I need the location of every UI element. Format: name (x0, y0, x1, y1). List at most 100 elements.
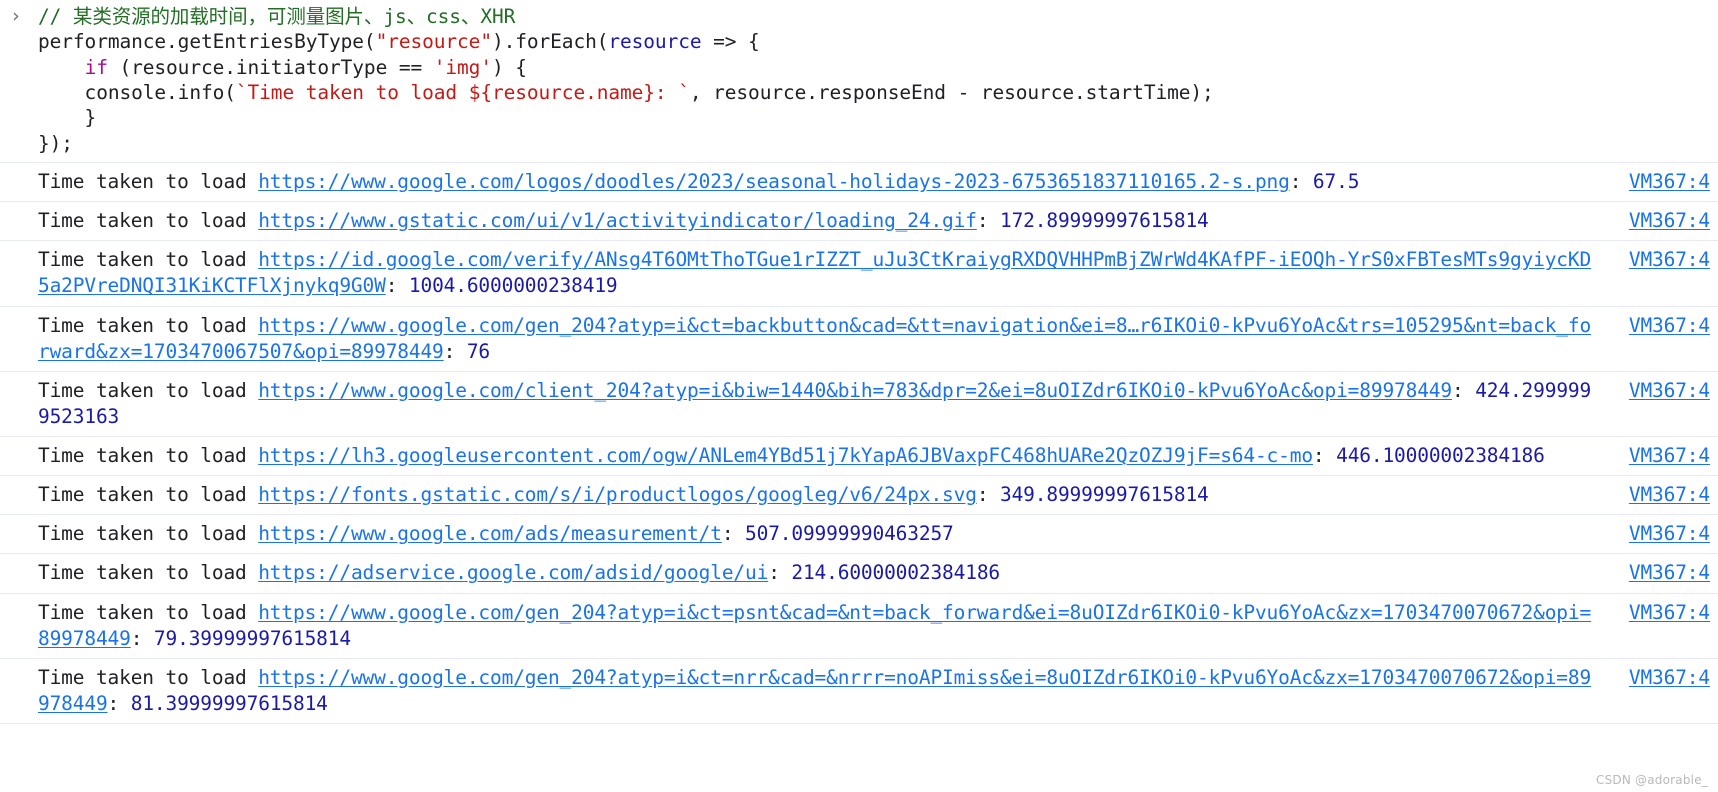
log-separator: : (443, 339, 467, 363)
log-duration-value: 214.60000002384186 (791, 561, 1000, 585)
log-message-prefix: Time taken to load (38, 444, 259, 468)
code-token-comment: // 某类资源的加载时间，可测量图片、js、css、XHR (38, 5, 516, 28)
code-line-4: console.info(`Time taken to load ${resou… (38, 80, 1718, 105)
console-log-row: Time taken to load https://www.google.co… (0, 162, 1718, 201)
console-log-row: Time taken to load https://www.google.co… (0, 370, 1718, 436)
code-line-5: } (38, 105, 1718, 130)
code-token-plain: console.info( (38, 81, 236, 105)
log-message-prefix: Time taken to load (38, 665, 259, 689)
log-duration-value: 67.5 (1312, 170, 1360, 194)
log-message: Time taken to load https://www.gstatic.c… (38, 208, 1718, 234)
log-source-link[interactable]: VM367:4 (1629, 665, 1710, 691)
log-message-prefix: Time taken to load (38, 561, 259, 585)
log-message: Time taken to load https://lh3.googleuse… (38, 443, 1718, 469)
code-line-6: }); (38, 131, 1718, 156)
log-separator: : (1312, 444, 1337, 468)
log-message-prefix: Time taken to load (38, 170, 259, 194)
log-separator: : (976, 209, 1000, 233)
code-token-string: `Time taken to load ${resource.name}: ` (235, 81, 690, 105)
console-log-row: Time taken to load https://www.google.co… (0, 305, 1718, 371)
log-message: Time taken to load https://id.google.com… (38, 247, 1718, 299)
log-source-link[interactable]: VM367:4 (1629, 378, 1710, 404)
log-source-link[interactable]: VM367:4 (1629, 247, 1710, 273)
console-log-row: Time taken to load https://www.gstatic.c… (0, 201, 1718, 240)
log-message: Time taken to load https://www.google.co… (38, 521, 1718, 547)
log-source-link[interactable]: VM367:4 (1629, 313, 1710, 339)
code-line-3: if (resource.initiatorType == 'img') { (38, 55, 1718, 80)
console-log-row: Time taken to load https://lh3.googleuse… (0, 436, 1718, 475)
log-separator: : (107, 691, 131, 715)
log-message: Time taken to load https://www.google.co… (38, 665, 1718, 717)
code-token-kw: if (84, 55, 108, 79)
log-message-prefix: Time taken to load (38, 600, 259, 624)
log-source-link[interactable]: VM367:4 (1629, 169, 1710, 195)
code-token-plain: ) { (491, 55, 527, 79)
console-log-row: Time taken to load https://adservice.goo… (0, 553, 1718, 592)
log-message: Time taken to load https://fonts.gstatic… (38, 482, 1718, 508)
log-separator: : (1289, 170, 1313, 194)
code-token-param: resource (608, 30, 702, 54)
log-message: Time taken to load https://www.google.co… (38, 169, 1718, 195)
log-duration-value: 172.89999997615814 (1000, 209, 1209, 233)
log-duration-value: 507.09999990463257 (745, 522, 954, 546)
log-resource-url-link[interactable]: https://adservice.google.com/adsid/googl… (258, 561, 768, 584)
console-log-row: Time taken to load https://fonts.gstatic… (0, 475, 1718, 514)
log-duration-value: 81.39999997615814 (130, 691, 328, 715)
log-message-prefix: Time taken to load (38, 483, 259, 507)
log-duration-value: 446.10000002384186 (1336, 444, 1545, 468)
log-resource-url-link[interactable]: https://www.google.com/client_204?atyp=i… (258, 379, 1452, 402)
console-log-row: Time taken to load https://www.google.co… (0, 592, 1718, 658)
log-resource-url-link[interactable]: https://www.google.com/logos/doodles/202… (258, 170, 1290, 193)
console-input-echo[interactable]: › // 某类资源的加载时间，可测量图片、js、css、XHR performan… (0, 0, 1718, 163)
log-separator: : (976, 483, 1000, 507)
watermark: CSDN @adorable_ (1596, 772, 1708, 787)
log-duration-value: 1004.6000000238419 (408, 274, 618, 298)
log-duration-value: 79.39999997615814 (153, 626, 351, 650)
log-source-link[interactable]: VM367:4 (1629, 208, 1710, 234)
log-source-link[interactable]: VM367:4 (1629, 443, 1710, 469)
log-message: Time taken to load https://www.google.co… (38, 313, 1718, 365)
log-resource-url-link[interactable]: https://www.google.com/ads/measurement/t (258, 522, 722, 545)
code-line-1: // 某类资源的加载时间，可测量图片、js、css、XHR (38, 4, 1718, 29)
log-message: Time taken to load https://adservice.goo… (38, 560, 1718, 586)
log-resource-url-link[interactable]: https://id.google.com/verify/ANsg4T6OMtT… (38, 248, 1591, 297)
log-message: Time taken to load https://www.google.co… (38, 600, 1718, 652)
log-source-link[interactable]: VM367:4 (1629, 482, 1710, 508)
log-source-link[interactable]: VM367:4 (1629, 600, 1710, 626)
log-message-prefix: Time taken to load (38, 378, 259, 402)
log-separator: : (130, 626, 154, 650)
log-source-link[interactable]: VM367:4 (1629, 560, 1710, 586)
log-separator: : (768, 561, 792, 585)
console-log-row: Time taken to load https://www.google.co… (0, 514, 1718, 553)
log-separator: : (721, 522, 746, 546)
log-separator: : (385, 274, 409, 298)
prompt-chevron-icon: › (10, 5, 22, 27)
console-log-row: Time taken to load https://www.google.co… (0, 657, 1718, 725)
log-resource-url-link[interactable]: https://fonts.gstatic.com/s/i/productlog… (258, 483, 977, 506)
code-token-plain: , resource.responseEnd - resource.startT… (689, 81, 1214, 105)
log-message-prefix: Time taken to load (38, 209, 259, 233)
code-token-plain: } (38, 106, 97, 130)
console-log-list: Time taken to load https://www.google.co… (0, 162, 1718, 725)
log-message: Time taken to load https://www.google.co… (38, 378, 1718, 430)
log-source-link[interactable]: VM367:4 (1629, 521, 1710, 547)
log-message-prefix: Time taken to load (38, 248, 259, 272)
log-resource-url-link[interactable]: https://www.gstatic.com/ui/v1/activityin… (258, 209, 977, 232)
console-log-row: Time taken to load https://id.google.com… (0, 240, 1718, 305)
code-token-plain: (resource.initiatorType == (107, 55, 434, 79)
code-token-plain: ).forEach( (491, 30, 609, 54)
code-token-string: 'img' (433, 55, 492, 79)
code-token-plain: }); (38, 131, 73, 155)
devtools-console-panel: › // 某类资源的加载时间，可测量图片、js、css、XHR performan… (0, 0, 1718, 792)
log-resource-url-link[interactable]: https://lh3.googleusercontent.com/ogw/AN… (258, 444, 1313, 467)
log-message-prefix: Time taken to load (38, 522, 259, 546)
log-duration-value: 349.89999997615814 (1000, 483, 1209, 507)
log-resource-url-link[interactable]: https://www.google.com/gen_204?atyp=i&ct… (38, 314, 1591, 363)
log-message-prefix: Time taken to load (38, 313, 259, 337)
code-token-plain: performance.getEntriesByType( (38, 30, 376, 54)
log-duration-value: 76 (466, 339, 491, 363)
log-separator: : (1452, 378, 1476, 402)
code-line-2: performance.getEntriesByType("resource")… (38, 29, 1718, 54)
console-code-block: // 某类资源的加载时间，可测量图片、js、css、XHR performance… (38, 4, 1718, 156)
